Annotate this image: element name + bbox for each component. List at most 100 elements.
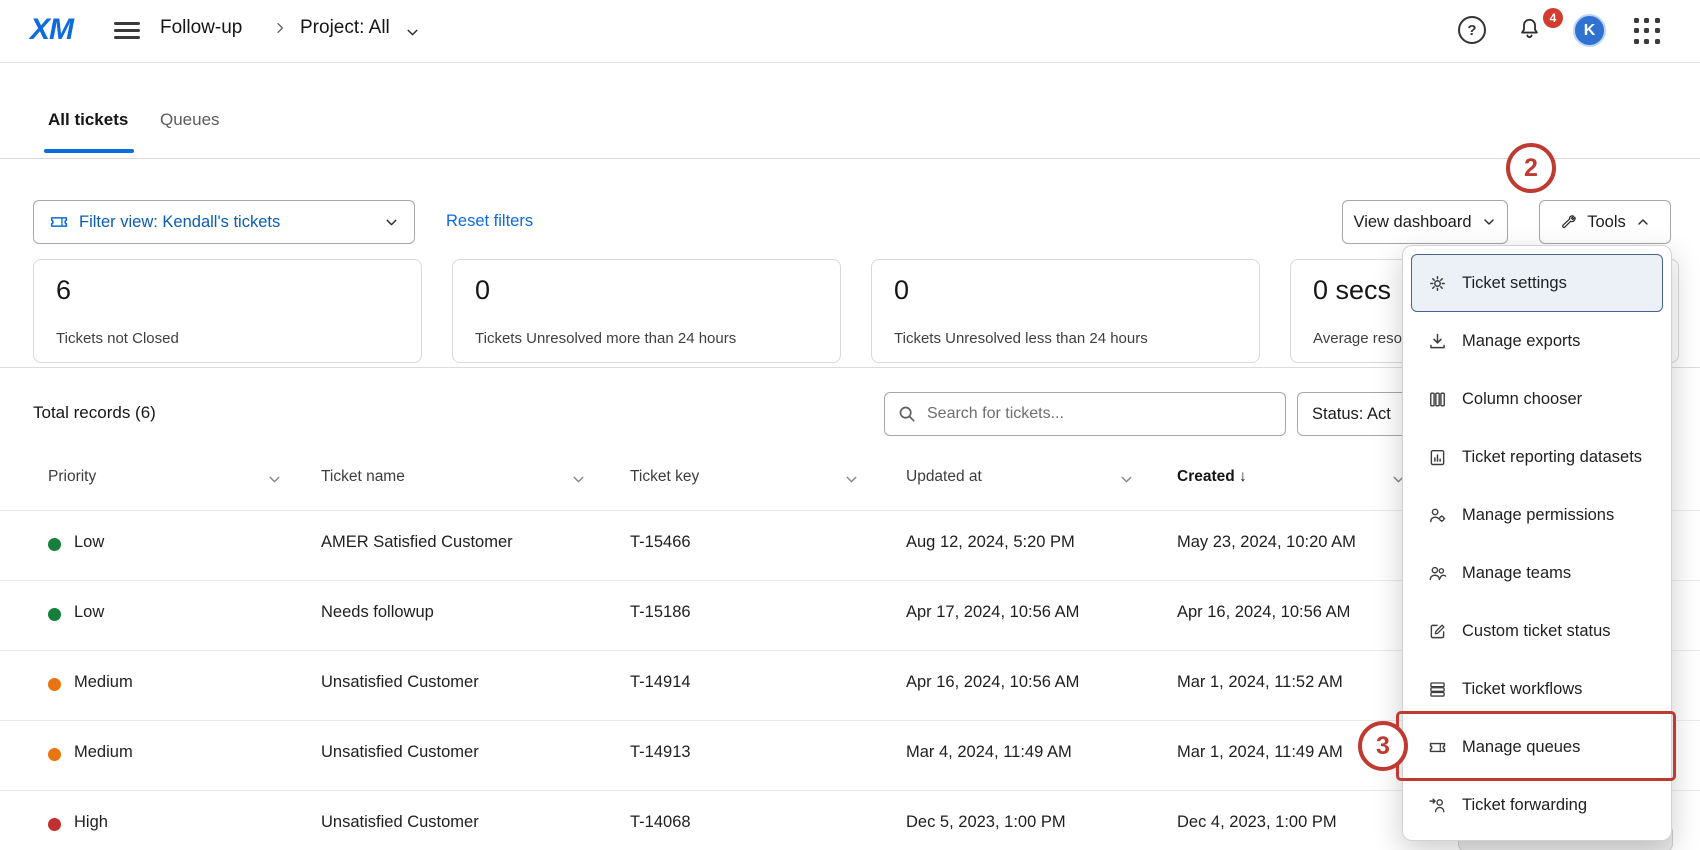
ticket-name-cell: Unsatisfied Customer: [321, 743, 479, 762]
stat-label: Tickets Unresolved more than 24 hours: [475, 330, 736, 347]
top-bar: XM Follow-up Project: All ? 4 K: [0, 0, 1700, 63]
ticket-key-cell: T-15466: [630, 533, 691, 552]
chevron-up-icon: [1635, 214, 1651, 230]
tab-all-tickets[interactable]: All tickets: [48, 110, 128, 130]
tabs-divider: [0, 158, 1700, 159]
stat-value: 6: [56, 275, 399, 306]
notification-count-badge: 4: [1543, 8, 1563, 28]
columns-icon: [1426, 388, 1448, 410]
app-grid-icon[interactable]: [1634, 18, 1661, 45]
tools-label: Tools: [1587, 213, 1626, 232]
project-filter-chevron-down-icon[interactable]: [404, 24, 421, 41]
ticket-key-column-chevron-icon[interactable]: [843, 471, 860, 488]
ticket-icon: [48, 211, 70, 233]
priority-dot: [48, 678, 61, 691]
filter-view-dropdown[interactable]: Filter view: Kendall's tickets: [33, 200, 415, 244]
chevron-down-icon: [383, 214, 400, 231]
menu-item-label: Ticket reporting datasets: [1462, 448, 1642, 467]
bell-icon: [1516, 15, 1543, 42]
ticket-name-column-chevron-icon[interactable]: [570, 471, 587, 488]
menu-item-ticket-workflows[interactable]: Ticket workflows: [1411, 660, 1663, 718]
updated-at-column-chevron-icon[interactable]: [1118, 471, 1135, 488]
stat-value: 0: [894, 275, 1237, 306]
ticket-name-cell: Unsatisfied Customer: [321, 673, 479, 692]
wrench-icon: [1559, 213, 1578, 232]
ticket-name-cell: Needs followup: [321, 603, 434, 622]
help-icon: ?: [1458, 16, 1486, 44]
breadcrumb-project-name[interactable]: Follow-up: [160, 17, 242, 39]
menu-item-label: Ticket workflows: [1462, 680, 1582, 699]
hamburger-menu-icon[interactable]: [114, 22, 140, 40]
ticket-search: [884, 392, 1286, 436]
created-cell: Apr 16, 2024, 10:56 AM: [1177, 603, 1350, 622]
updated-at-cell: Dec 5, 2023, 1:00 PM: [906, 813, 1066, 832]
menu-item-label: Ticket settings: [1462, 274, 1567, 293]
person-arrow-icon: [1426, 794, 1448, 816]
priority-dot: [48, 818, 61, 831]
ticket-name-cell: AMER Satisfied Customer: [321, 533, 513, 552]
updated-at-cell: Aug 12, 2024, 5:20 PM: [906, 533, 1075, 552]
breadcrumb-project-filter[interactable]: Project: All: [300, 17, 390, 39]
column-header-ticket-key[interactable]: Ticket key: [630, 468, 699, 486]
status-filter-label: Status: Act: [1312, 405, 1391, 424]
menu-item-manage-exports[interactable]: Manage exports: [1411, 312, 1663, 370]
chevron-down-icon: [1481, 214, 1497, 230]
stack-icon: [1426, 678, 1448, 700]
view-dashboard-button[interactable]: View dashboard: [1342, 200, 1508, 244]
column-header-updated-at[interactable]: Updated at: [906, 468, 982, 486]
gear-icon: [1426, 272, 1448, 294]
tab-queues[interactable]: Queues: [160, 110, 220, 130]
edit-icon: [1426, 620, 1448, 642]
xm-logo: XM: [30, 13, 73, 47]
view-dashboard-label: View dashboard: [1353, 213, 1471, 232]
notifications-button[interactable]: [1516, 15, 1543, 42]
menu-item-label: Manage permissions: [1462, 506, 1614, 525]
total-records-label: Total records (6): [33, 403, 156, 423]
sort-descending-icon: ↓: [1239, 468, 1247, 485]
menu-item-ticket-reporting-datasets[interactable]: Ticket reporting datasets: [1411, 428, 1663, 486]
help-button[interactable]: ?: [1458, 16, 1486, 44]
created-cell: Mar 1, 2024, 11:52 AM: [1177, 673, 1343, 692]
priority-column-chevron-icon[interactable]: [266, 471, 283, 488]
column-header-priority[interactable]: Priority: [48, 468, 96, 486]
updated-at-cell: Apr 17, 2024, 10:56 AM: [906, 603, 1079, 622]
ticketing-page: XM Follow-up Project: All ? 4 K All tick…: [0, 0, 1700, 850]
created-cell: Mar 1, 2024, 11:49 AM: [1177, 743, 1343, 762]
ticket-key-cell: T-14913: [630, 743, 691, 762]
column-header-created[interactable]: Created ↓: [1177, 468, 1247, 486]
ticket-name-cell: Unsatisfied Customer: [321, 813, 479, 832]
stat-label: Tickets Unresolved less than 24 hours: [894, 330, 1148, 347]
search-icon: [896, 403, 918, 425]
filter-view-label: Filter view: Kendall's tickets: [79, 213, 280, 232]
breadcrumb-chevron-right-icon: [272, 20, 288, 36]
reset-filters-link[interactable]: Reset filters: [446, 212, 533, 231]
tools-button[interactable]: Tools: [1539, 200, 1671, 244]
column-header-ticket-name[interactable]: Ticket name: [321, 468, 405, 486]
created-cell: Dec 4, 2023, 1:00 PM: [1177, 813, 1337, 832]
stat-label: Average reso: [1313, 330, 1402, 347]
menu-item-ticket-forwarding[interactable]: Ticket forwarding: [1411, 776, 1663, 834]
menu-item-manage-permissions[interactable]: Manage permissions: [1411, 486, 1663, 544]
search-input[interactable]: [884, 392, 1286, 436]
ticket-key-cell: T-15186: [630, 603, 691, 622]
ticket-key-cell: T-14914: [630, 673, 691, 692]
priority-dot: [48, 538, 61, 551]
created-cell: May 23, 2024, 10:20 AM: [1177, 533, 1356, 552]
menu-item-ticket-settings[interactable]: Ticket settings: [1411, 254, 1663, 312]
menu-item-label: Ticket forwarding: [1462, 796, 1587, 815]
stat-label: Tickets not Closed: [56, 330, 179, 347]
ticket-key-cell: T-14068: [630, 813, 691, 832]
priority-cell: Medium: [74, 743, 133, 762]
avatar[interactable]: K: [1573, 14, 1606, 47]
priority-cell: High: [74, 813, 108, 832]
people-icon: [1426, 562, 1448, 584]
menu-item-custom-ticket-status[interactable]: Custom ticket status: [1411, 602, 1663, 660]
stat-card-unresolved-more-24h: 0 Tickets Unresolved more than 24 hours: [452, 259, 841, 363]
menu-item-column-chooser[interactable]: Column chooser: [1411, 370, 1663, 428]
priority-cell: Low: [74, 603, 104, 622]
menu-item-manage-teams[interactable]: Manage teams: [1411, 544, 1663, 602]
menu-item-label: Column chooser: [1462, 390, 1582, 409]
dataset-chart-icon: [1426, 446, 1448, 468]
updated-at-cell: Apr 16, 2024, 10:56 AM: [906, 673, 1079, 692]
active-tab-underline: [44, 149, 134, 153]
